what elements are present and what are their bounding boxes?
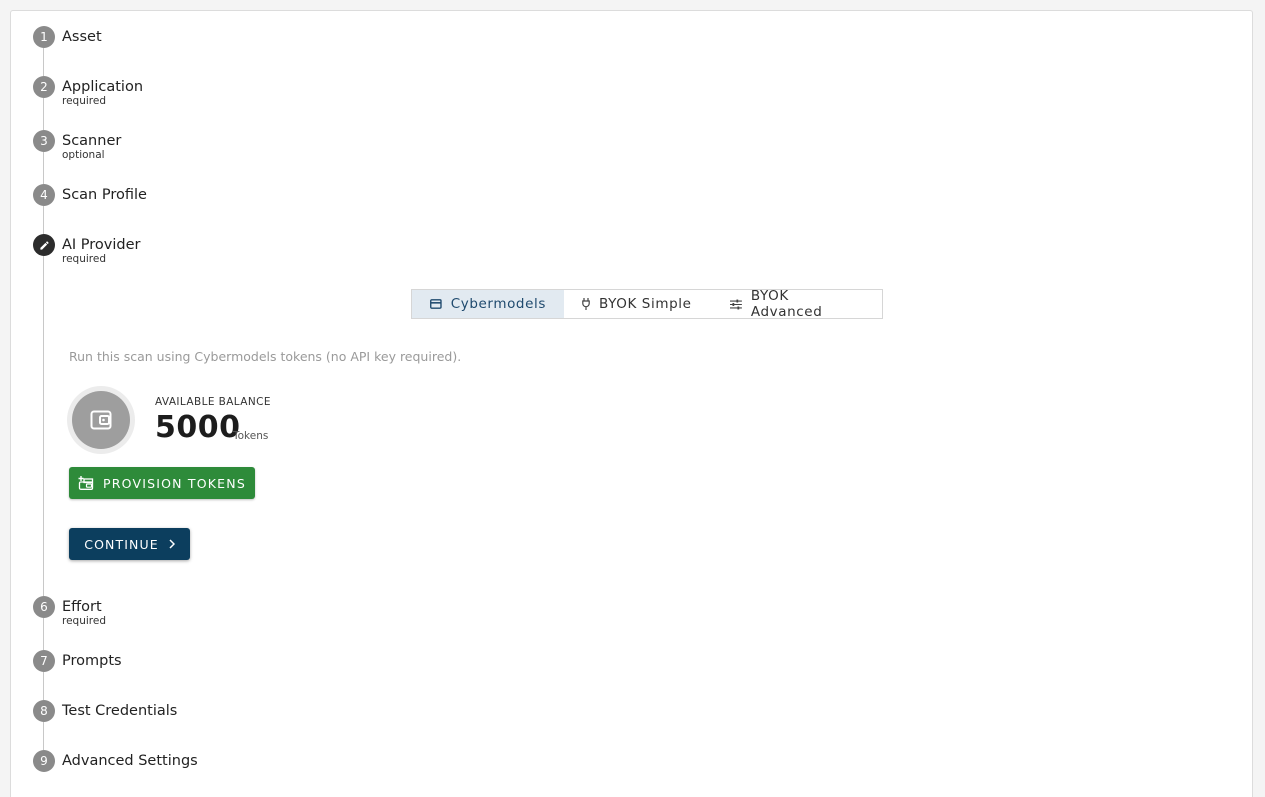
tab-byok-simple[interactable]: BYOK Simple bbox=[564, 290, 712, 318]
step-connector bbox=[43, 256, 44, 596]
tab-label: BYOK Simple bbox=[599, 296, 692, 312]
step-advanced-settings[interactable]: 9 Advanced Settings bbox=[33, 750, 198, 772]
tab-cybermodels[interactable]: Cybermodels bbox=[412, 290, 564, 318]
step-scan-profile[interactable]: 4 Scan Profile bbox=[33, 184, 147, 206]
step-title: Asset bbox=[62, 29, 102, 45]
step-effort[interactable]: 6 Effort required bbox=[33, 596, 106, 627]
step-asset[interactable]: 1 Asset bbox=[33, 26, 102, 48]
step-scanner[interactable]: 3 Scanner optional bbox=[33, 130, 121, 161]
provision-tokens-label: PROVISION TOKENS bbox=[103, 475, 246, 491]
tab-label: Cybermodels bbox=[450, 296, 546, 312]
step-test-credentials[interactable]: 8 Test Credentials bbox=[33, 700, 177, 722]
add-wallet-icon bbox=[78, 476, 94, 490]
step-title: Prompts bbox=[62, 653, 122, 669]
provision-tokens-button[interactable]: PROVISION TOKENS bbox=[69, 467, 255, 499]
step-connector bbox=[43, 206, 44, 234]
chevron-right-icon bbox=[169, 539, 175, 549]
continue-button[interactable]: CONTINUE bbox=[69, 528, 190, 560]
step-title: AI Provider bbox=[62, 237, 141, 253]
step-subtitle: required bbox=[62, 253, 106, 265]
step-number-badge: 3 bbox=[33, 130, 55, 152]
step-number-badge: 8 bbox=[33, 700, 55, 722]
sliders-icon bbox=[730, 299, 742, 309]
step-connector bbox=[43, 48, 44, 76]
step-subtitle: required bbox=[62, 95, 106, 107]
step-title: Scan Profile bbox=[62, 187, 147, 203]
step-connector bbox=[43, 722, 44, 750]
step-title: Advanced Settings bbox=[62, 753, 198, 769]
step-subtitle: optional bbox=[62, 149, 105, 161]
continue-label: CONTINUE bbox=[84, 536, 159, 552]
credit-card-icon bbox=[430, 299, 442, 309]
step-prompts[interactable]: 7 Prompts bbox=[33, 650, 122, 672]
wallet-icon bbox=[90, 410, 112, 430]
step-number-badge: 6 bbox=[33, 596, 55, 618]
step-ai-provider[interactable]: AI Provider required bbox=[33, 234, 141, 265]
step-title: Test Credentials bbox=[62, 703, 178, 719]
tab-label: BYOK Advanced bbox=[750, 288, 823, 320]
tab-byok-advanced[interactable]: BYOK Advanced bbox=[712, 288, 882, 320]
plug-icon bbox=[582, 298, 590, 310]
balance-label: AVAILABLE BALANCE bbox=[155, 396, 271, 408]
step-title: Effort bbox=[62, 599, 102, 615]
step-number-badge: 2 bbox=[33, 76, 55, 98]
step-number-badge: 1 bbox=[33, 26, 55, 48]
step-subtitle: required bbox=[62, 615, 106, 627]
step-number-badge: 7 bbox=[33, 650, 55, 672]
step-connector bbox=[43, 672, 44, 700]
balance-value: 5000 bbox=[155, 410, 241, 445]
step-title: Scanner bbox=[62, 133, 122, 149]
step-application[interactable]: 2 Application required bbox=[33, 76, 143, 107]
provider-description: Run this scan using Cybermodels tokens (… bbox=[69, 349, 462, 364]
wallet-avatar bbox=[67, 386, 135, 454]
step-number-badge: 4 bbox=[33, 184, 55, 206]
provider-tabs: Cybermodels BYOK Simple BYOK Advanced bbox=[411, 288, 883, 320]
pencil-icon bbox=[33, 234, 55, 256]
step-number-badge: 9 bbox=[33, 750, 55, 772]
step-title: Application bbox=[62, 79, 144, 95]
balance-unit: Tokens bbox=[233, 430, 269, 442]
